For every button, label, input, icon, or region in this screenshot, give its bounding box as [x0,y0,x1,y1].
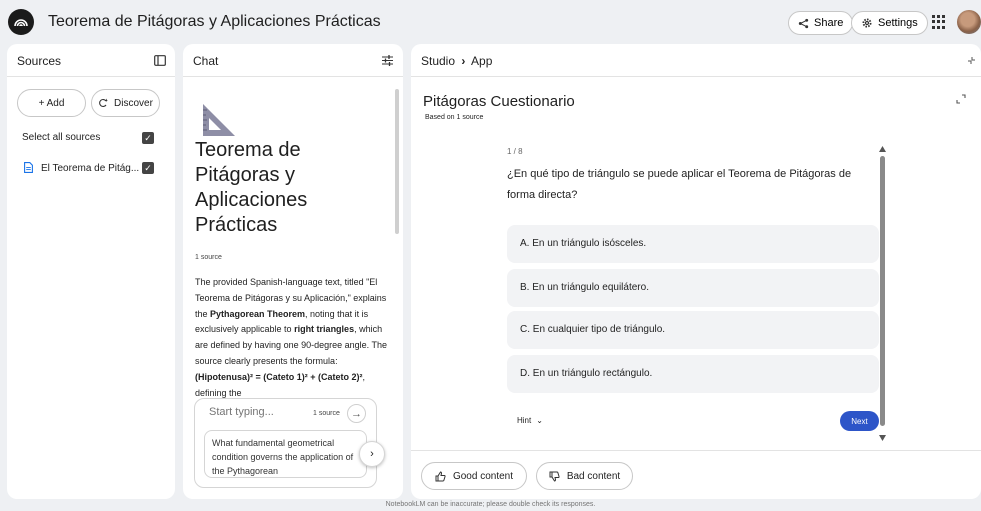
chevron-down-icon: ⌄ [536,416,543,425]
quiz-progress: 1 / 8 [507,147,523,156]
add-source-label: + Add [38,97,65,109]
next-label: Next [851,416,868,426]
studio-panel: Studio › App Pitágoras Cuestionario Base… [411,44,981,499]
share-label: Share [814,17,844,29]
thumbs-down-icon [549,471,560,482]
footer-disclaimer: NotebookLM can be inaccurate; please dou… [385,501,596,508]
summary-bold-2: right triangles [294,324,355,335]
hint-toggle[interactable]: Hint ⌄ [517,416,543,425]
quiz-subtitle: Based on 1 source [425,114,484,121]
breadcrumb-app: App [471,54,493,68]
arrow-right-icon: → [351,407,362,420]
sources-title: Sources [17,54,62,68]
chat-input-box: 1 source → What fundamental geometrical … [194,398,377,488]
source-item-checkbox[interactable]: ✓ [142,162,154,174]
chevron-right-icon: › [370,448,374,460]
breadcrumb: Studio › App [421,54,492,68]
send-button[interactable]: → [347,404,366,423]
suggested-question[interactable]: What fundamental geometrical condition g… [204,430,367,478]
next-button[interactable]: Next [840,411,879,431]
scroll-down-icon[interactable] [879,435,886,441]
notebook-summary: The provided Spanish-language text, titl… [195,275,391,401]
suggested-question-text: What fundamental geometrical condition g… [212,438,354,476]
quiz-title: Pitágoras Cuestionario [423,93,575,110]
chat-header: Chat [183,44,403,77]
answer-option-d[interactable]: D. En un triángulo rectángulo. [507,355,879,393]
discover-button[interactable]: Discover [91,89,160,117]
notebooklm-logo[interactable] [8,9,34,35]
quiz-scrollbar[interactable] [880,156,885,426]
summary-bold-3: (Hipotenusa)² = (Cateto 1)² + (Cateto 2)… [195,371,363,382]
good-content-button[interactable]: Good content [421,462,527,490]
thumbs-up-icon [435,470,446,481]
answer-option-b[interactable]: B. En un triángulo equilátero. [507,269,879,307]
chat-panel: Chat Teorema de Pitágoras y Aplicaciones… [183,44,403,499]
avatar[interactable] [957,10,981,34]
collapse-icon[interactable] [967,56,976,65]
notebook-title[interactable]: Teorema de Pitágoras y Aplicaciones Prác… [48,13,381,31]
fullscreen-icon[interactable] [956,94,966,104]
settings-button[interactable]: Settings [851,11,928,35]
breadcrumb-studio[interactable]: Studio [421,54,455,68]
next-suggestion-button[interactable]: › [359,441,385,467]
chat-input[interactable] [209,406,309,418]
gear-icon [862,18,872,28]
settings-label: Settings [878,17,918,29]
document-icon [24,162,33,173]
quiz-question: ¿En qué tipo de triángulo se puede aplic… [507,168,852,201]
notebook-heading: Teorema de Pitágoras y Aplicaciones Prác… [195,139,308,236]
answer-option-c[interactable]: C. En cualquier tipo de triángulo. [507,311,879,349]
notebooklm-logo-icon [14,19,28,27]
sources-panel: Sources + Add Discover Select all source… [7,44,175,499]
chat-input-source-count: 1 source [313,410,340,417]
discover-icon [99,98,109,108]
apps-grid-icon[interactable] [932,15,946,29]
share-icon [798,18,809,28]
select-all-checkbox[interactable]: ✓ [142,132,154,144]
source-count: 1 source [195,254,222,261]
breadcrumb-separator: › [461,54,466,68]
select-all-label: Select all sources [22,132,101,143]
bad-content-button[interactable]: Bad content [536,462,633,490]
add-source-button[interactable]: + Add [17,89,86,117]
app-header: Teorema de Pitágoras y Aplicaciones Prác… [0,6,981,42]
summary-bold-1: Pythagorean Theorem [210,308,306,319]
good-content-label: Good content [452,470,514,482]
discover-label: Discover [114,97,153,109]
answer-option-a[interactable]: A. En un triángulo isósceles. [507,225,879,263]
feedback-divider [411,450,981,451]
bad-content-label: Bad content [566,470,621,482]
collapse-panel-icon[interactable] [154,55,166,66]
top-cut-strip [0,0,981,5]
chat-scrollbar[interactable] [395,89,399,234]
share-button[interactable]: Share [788,11,854,35]
hint-label: Hint [517,416,532,425]
scroll-up-icon[interactable] [879,146,886,152]
studio-header: Studio › App [411,44,981,77]
source-item-label[interactable]: El Teorema de Pitág... [41,163,139,174]
tune-icon[interactable] [382,55,393,66]
sources-header: Sources [7,44,175,77]
triangle-ruler-icon [203,104,235,136]
chat-title: Chat [193,54,219,68]
